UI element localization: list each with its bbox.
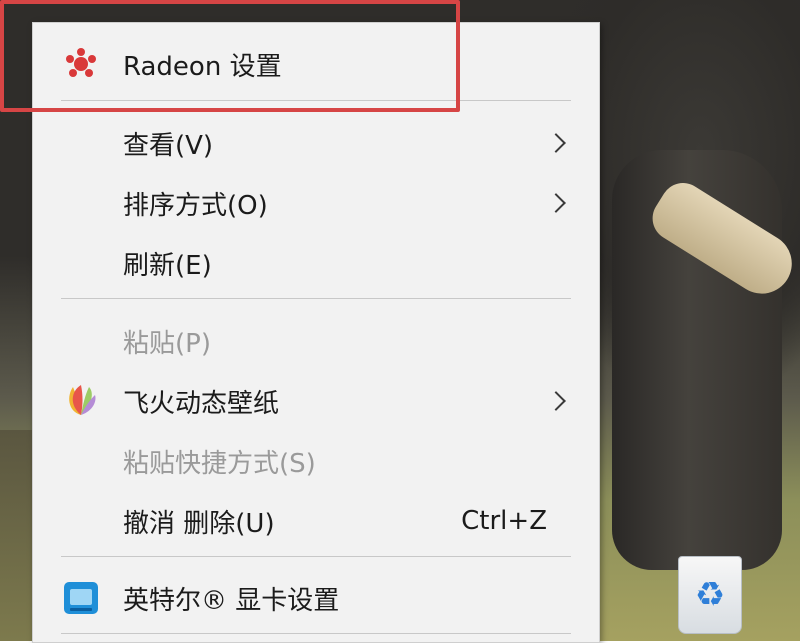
menu-item-feihuo-wallpaper[interactable]: 飞火动态壁纸 — [33, 376, 599, 426]
menu-item-refresh[interactable]: 刷新(E) — [33, 238, 599, 288]
chevron-right-icon — [546, 193, 566, 213]
menu-item-shortcut: Ctrl+Z — [461, 506, 547, 536]
menu-item-label: 撤消 删除(U) — [123, 508, 275, 539]
recycle-bin-icon[interactable]: ♻ — [670, 548, 750, 641]
menu-item-paste-shortcut: 粘贴快捷方式(S) — [33, 436, 599, 486]
menu-item-label: 飞火动态壁纸 — [123, 388, 280, 419]
menu-item-view[interactable]: 查看(V) — [33, 118, 599, 168]
menu-item-undo-delete[interactable]: 撤消 删除(U) Ctrl+Z — [33, 496, 599, 546]
menu-item-label: 英特尔® 显卡设置 — [123, 585, 340, 616]
menu-item-label: 刷新(E) — [123, 250, 212, 281]
menu-item-label: 粘贴快捷方式(S) — [123, 448, 316, 479]
chevron-right-icon — [546, 133, 566, 153]
recycle-bin-body: ♻ — [678, 555, 742, 634]
menu-item-sort-by[interactable]: 排序方式(O) — [33, 178, 599, 228]
desktop-context-menu: Radeon 设置 查看(V) 排序方式(O) 刷新(E) 粘贴(P) 飞火动态… — [32, 22, 600, 643]
chevron-right-icon — [546, 391, 566, 411]
menu-separator — [61, 633, 571, 634]
menu-separator — [61, 100, 571, 101]
menu-separator — [61, 556, 571, 557]
menu-separator — [61, 298, 571, 299]
menu-item-label: 排序方式(O) — [123, 190, 268, 221]
radeon-icon — [61, 44, 101, 84]
menu-item-paste: 粘贴(P) — [33, 316, 599, 366]
feihuo-wallpaper-icon — [61, 381, 101, 421]
menu-item-label: Radeon 设置 — [123, 51, 282, 82]
menu-item-radeon-settings[interactable]: Radeon 设置 — [33, 39, 599, 89]
menu-item-label: 粘贴(P) — [123, 328, 211, 359]
menu-item-intel-graphics-settings[interactable]: 英特尔® 显卡设置 — [33, 573, 599, 623]
menu-item-label: 查看(V) — [123, 130, 214, 161]
intel-graphics-icon — [61, 578, 101, 618]
